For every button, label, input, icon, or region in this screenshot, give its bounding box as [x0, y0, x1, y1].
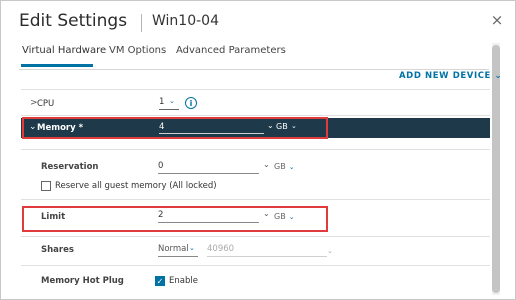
- memory-size-input[interactable]: 4: [159, 122, 264, 134]
- shares-level-value: Normal: [158, 244, 189, 254]
- cpu-count-select[interactable]: 1 ⌄: [159, 97, 179, 110]
- reservation-label: Reservation: [41, 162, 99, 172]
- dialog-header: Edit Settings Win10-04 ×: [1, 1, 516, 41]
- row-divider: [21, 199, 490, 200]
- edit-settings-dialog: Edit Settings Win10-04 × Virtual Hardwar…: [0, 0, 516, 300]
- limit-unit-select[interactable]: GB ⌄: [274, 212, 295, 221]
- shares-level-select[interactable]: Normal ⌄: [158, 244, 198, 257]
- close-icon[interactable]: ×: [489, 11, 505, 29]
- row-divider: [21, 265, 490, 266]
- vm-name: Win10-04: [152, 13, 219, 29]
- chevron-down-icon: ⌄: [288, 163, 295, 171]
- cpu-count-value: 1: [159, 97, 165, 107]
- reserve-all-label: Reserve all guest memory (All locked): [55, 181, 217, 191]
- limit-label: Limit: [41, 212, 66, 222]
- memory-hot-plug-label: Memory Hot Plug: [41, 276, 124, 286]
- limit-spin-icon[interactable]: ⌄: [263, 209, 270, 218]
- tab-vm-options[interactable]: VM Options: [109, 45, 166, 56]
- chevron-down-icon: ⌄: [288, 213, 295, 221]
- title-separator: [141, 14, 142, 32]
- active-tab-indicator: [21, 64, 93, 67]
- row-divider: [21, 149, 490, 150]
- memory-spin-icon[interactable]: ⌄: [267, 121, 274, 130]
- memory-unit-select[interactable]: GB: [276, 122, 288, 131]
- chevron-down-icon: ⌄: [327, 247, 333, 255]
- cpu-label: CPU: [37, 99, 55, 109]
- memory-hot-plug-enable-label: Enable: [169, 276, 198, 286]
- shares-label: Shares: [41, 245, 74, 255]
- reservation-spin-icon[interactable]: ⌄: [263, 160, 270, 169]
- row-divider: [21, 236, 490, 237]
- shares-value-input: 40960: [207, 244, 327, 257]
- reservation-unit: GB: [274, 162, 286, 171]
- memory-hot-plug-checkbox[interactable]: ✓: [155, 276, 165, 286]
- reservation-unit-select[interactable]: GB ⌄: [274, 162, 295, 171]
- scrollbar-thumb[interactable]: [492, 45, 500, 293]
- reservation-input[interactable]: 0: [158, 161, 259, 174]
- memory-collapse-chevron-icon[interactable]: ⌄: [29, 122, 37, 132]
- memory-label: Memory *: [37, 123, 84, 133]
- tab-virtual-hardware[interactable]: Virtual Hardware: [22, 45, 106, 56]
- row-divider: [21, 115, 490, 116]
- chevron-down-icon: ⌄: [169, 97, 175, 105]
- add-new-device-button[interactable]: ADD NEW DEVICE ⌄: [399, 71, 502, 81]
- tabs-divider: [19, 69, 489, 70]
- dialog-title: Edit Settings: [19, 11, 128, 31]
- limit-input[interactable]: 2: [158, 210, 259, 223]
- limit-unit: GB: [274, 212, 286, 221]
- info-icon[interactable]: i: [185, 97, 197, 109]
- row-divider: [21, 89, 490, 90]
- chevron-down-icon: ⌄: [189, 244, 195, 252]
- reserve-all-checkbox[interactable]: [41, 181, 51, 191]
- tab-advanced-parameters[interactable]: Advanced Parameters: [176, 45, 286, 56]
- chevron-down-icon: ⌄: [291, 122, 297, 130]
